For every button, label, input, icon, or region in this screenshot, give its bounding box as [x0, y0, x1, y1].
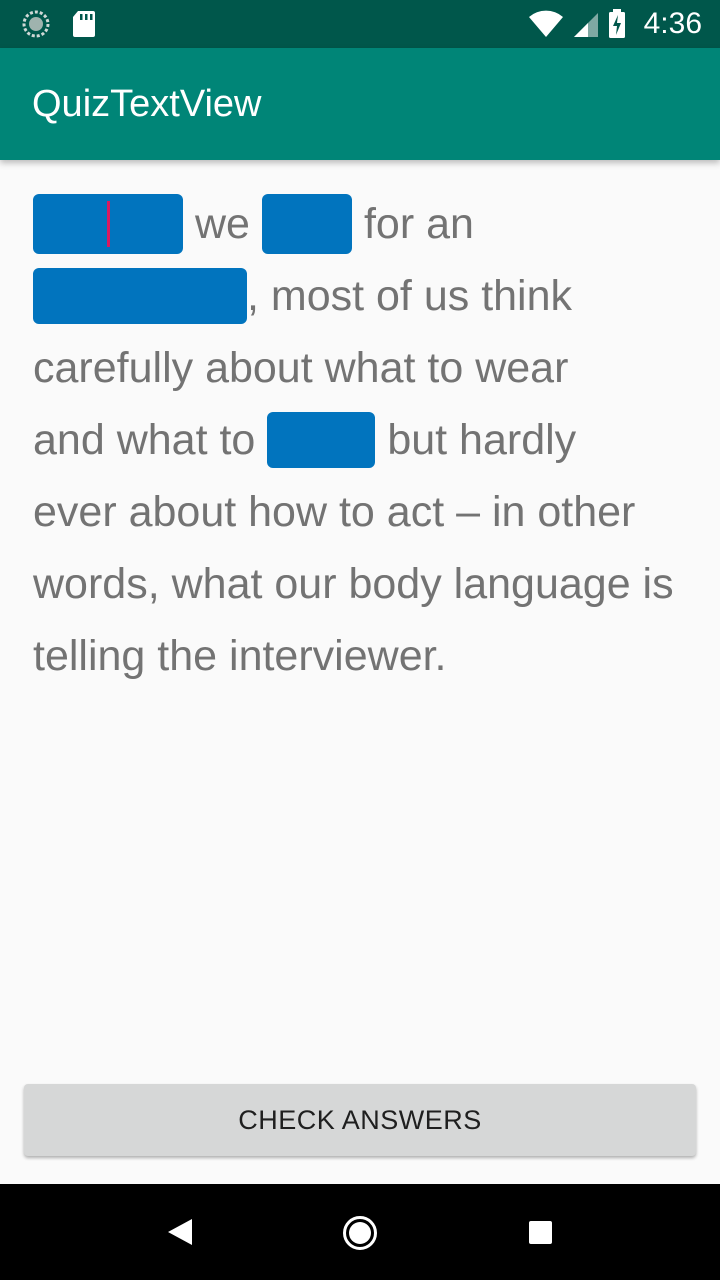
quiz-line-5: ever about how to act – in other: [33, 476, 693, 548]
quiz-text-segment: carefully about what to wear: [33, 344, 569, 392]
recents-icon[interactable]: [529, 1221, 552, 1244]
navigation-bar: [0, 1184, 720, 1280]
sync-icon: [22, 10, 50, 38]
blank-3[interactable]: [33, 268, 247, 324]
status-time: 4:36: [643, 7, 702, 40]
quiz-text-segment: , most of us think: [247, 272, 573, 320]
quiz-line-1: we for an: [33, 188, 693, 260]
quiz-text-segment: and what to: [33, 416, 256, 464]
blank-1[interactable]: [33, 194, 183, 254]
quiz-text-segment: words, what our body language is: [33, 560, 674, 608]
quiz-text-segment: telling the interviewer.: [33, 632, 447, 680]
quiz-line-2: , most of us think: [33, 260, 693, 332]
check-answers-button[interactable]: CHECK ANSWERS: [24, 1084, 696, 1156]
wifi-icon: [528, 10, 563, 37]
home-icon[interactable]: [342, 1215, 378, 1251]
text-cursor: [107, 201, 110, 247]
blank-4[interactable]: [267, 412, 376, 468]
back-icon[interactable]: [166, 1217, 194, 1247]
quiz-text-segment: ever about how to act – in other: [33, 488, 636, 536]
quiz-text-segment: for an: [363, 200, 474, 248]
quiz-line-7: telling the interviewer.: [33, 620, 693, 692]
app-title: QuizTextView: [32, 82, 262, 125]
quiz-line-4: and what to but hardly: [33, 404, 693, 476]
quiz-text-segment: but hardly: [387, 416, 577, 464]
battery-charging-icon: [608, 9, 625, 38]
quiz-text: we for an , most of us think carefully a…: [33, 188, 693, 692]
app-bar: QuizTextView: [0, 48, 720, 160]
quiz-text-segment: we: [195, 200, 250, 248]
sd-card-icon: [73, 11, 95, 37]
quiz-line-3: carefully about what to wear: [33, 332, 693, 404]
quiz-line-6: words, what our body language is: [33, 548, 693, 620]
blank-2[interactable]: [261, 194, 352, 254]
status-bar: 4:36: [0, 0, 720, 48]
cell-signal-icon: [573, 13, 598, 37]
